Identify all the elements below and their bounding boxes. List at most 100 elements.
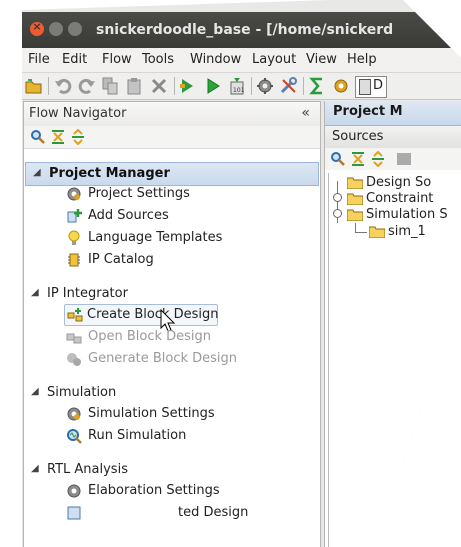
menu-window[interactable]: Window xyxy=(190,52,241,67)
minimize-window-button[interactable] xyxy=(49,22,63,36)
tree-item-label: Constraint xyxy=(366,191,434,206)
redo-icon xyxy=(78,78,95,94)
nav-item-label: Language Templates xyxy=(88,230,223,245)
flow-navigator-panel: Flow Navigator « ◢ Project Manager Proje… xyxy=(23,101,321,547)
report-sum-button[interactable] xyxy=(307,76,327,96)
delete-button[interactable] xyxy=(149,76,169,96)
open-folder-icon xyxy=(25,79,42,94)
options-button[interactable] xyxy=(331,76,351,96)
run-step-icon xyxy=(180,79,193,93)
section-rtl-analysis[interactable]: ◢ RTL Analysis xyxy=(24,459,320,481)
section-label: Project Manager xyxy=(49,166,170,181)
flow-navigator-header: Flow Navigator « xyxy=(24,102,320,126)
copy-icon xyxy=(102,77,118,95)
search-button[interactable] xyxy=(30,129,46,145)
expand-all-icon xyxy=(72,128,84,146)
folder-button[interactable] xyxy=(397,153,411,165)
nav-item-label: Simulation Settings xyxy=(88,406,215,421)
svg-text:101: 101 xyxy=(233,87,245,94)
section-simulation[interactable]: ◢ Simulation xyxy=(24,382,320,404)
search-icon xyxy=(331,152,345,166)
layout-dropdown[interactable]: D xyxy=(355,76,387,98)
close-icon: × xyxy=(32,20,42,33)
nav-item-label: Add Sources xyxy=(88,208,169,223)
gear-icon xyxy=(66,186,82,202)
nav-item-label: Create Block Design xyxy=(87,307,219,322)
flow-navigator-title: Flow Navigator xyxy=(29,106,127,121)
nav-item-label: ted Design xyxy=(178,505,249,520)
gear-icon xyxy=(66,483,82,499)
collapse-all-button[interactable] xyxy=(350,151,366,171)
expand-arrow-icon[interactable]: ◢ xyxy=(31,463,39,474)
close-window-button[interactable]: × xyxy=(30,20,44,36)
search-icon xyxy=(31,130,45,144)
section-project-manager[interactable]: ◢ Project Manager xyxy=(25,162,319,186)
project-manager-panel: Project M Sources Design So Constraint S… xyxy=(324,101,461,547)
sources-toolbar xyxy=(325,148,461,170)
copy-button[interactable] xyxy=(100,76,120,96)
tree-item-label: sim_1 xyxy=(388,224,426,239)
expand-all-button[interactable] xyxy=(70,128,86,146)
wrench-icon xyxy=(280,77,297,94)
play-icon xyxy=(207,78,220,94)
expand-toggle[interactable] xyxy=(333,193,342,202)
tab-project-manager[interactable]: Project M xyxy=(325,101,461,126)
expand-arrow-icon[interactable]: ◢ xyxy=(33,167,41,178)
search-button[interactable] xyxy=(330,151,346,171)
menu-flow[interactable]: Flow xyxy=(102,52,132,67)
section-label: IP Integrator xyxy=(47,286,128,301)
delete-icon xyxy=(151,78,167,94)
menu-file[interactable]: File xyxy=(28,52,50,67)
nav-create-block-design[interactable]: Create Block Design xyxy=(64,304,219,326)
menu-view[interactable]: View xyxy=(306,52,337,67)
layout-dropdown-label: D xyxy=(373,78,384,93)
menu-edit[interactable]: Edit xyxy=(62,52,87,67)
window-title: snickerdoodle_base - [/home/snickerd xyxy=(96,22,394,38)
menu-help[interactable]: Help xyxy=(347,52,377,67)
redo-button[interactable] xyxy=(77,76,97,96)
collapse-all-button[interactable] xyxy=(50,129,66,145)
sigma-icon xyxy=(309,77,322,95)
vivado-window: × snickerdoodle_base - [/home/snickerd F… xyxy=(22,0,461,547)
title-bar: × snickerdoodle_base - [/home/snickerd xyxy=(22,12,461,48)
create-block-icon xyxy=(67,307,83,323)
tools-button[interactable] xyxy=(279,76,299,96)
menu-bar: File Edit Flow Tools Window Layout View … xyxy=(22,48,461,73)
paste-icon xyxy=(127,78,141,95)
menu-tools[interactable]: Tools xyxy=(142,52,174,67)
nav-item-label: Open Block Design xyxy=(88,329,212,344)
nav-item-label: Project Settings xyxy=(88,186,190,201)
add-sources-icon xyxy=(66,208,82,224)
maximize-window-button[interactable] xyxy=(68,22,82,36)
nav-item-label: IP Catalog xyxy=(88,252,154,267)
nav-item-label: Generate Block Design xyxy=(88,351,238,366)
undo-button[interactable] xyxy=(53,76,73,96)
menu-layout[interactable]: Layout xyxy=(252,52,296,67)
run-behavioral-button[interactable] xyxy=(178,76,198,96)
collapse-panel-button[interactable]: « xyxy=(301,105,310,121)
expand-all-button[interactable] xyxy=(370,150,386,171)
expand-arrow-icon[interactable]: ◢ xyxy=(31,386,39,397)
section-ip-integrator[interactable]: ◢ IP Integrator xyxy=(24,283,320,305)
folder-icon xyxy=(369,226,385,238)
run-button[interactable] xyxy=(203,76,223,96)
folder-icon xyxy=(347,193,363,205)
bitstream-icon: 101 xyxy=(230,78,245,95)
paste-button[interactable] xyxy=(124,76,144,96)
collapse-all-icon xyxy=(352,152,364,166)
nav-item-label: Run Simulation xyxy=(88,428,187,443)
layout-icon xyxy=(359,79,371,95)
expand-toggle[interactable] xyxy=(333,209,342,218)
run-simulation-icon xyxy=(66,428,82,444)
sources-header: Sources xyxy=(325,126,461,149)
expand-arrow-icon[interactable]: ◢ xyxy=(31,287,39,298)
open-folder-icon xyxy=(347,209,363,221)
generate-block-icon xyxy=(66,351,82,367)
lightbulb-icon xyxy=(66,230,82,246)
sources-title: Sources xyxy=(332,129,384,144)
open-project-button[interactable] xyxy=(24,76,44,96)
flow-navigator-toolbar xyxy=(24,126,320,149)
ip-catalog-icon xyxy=(66,252,82,268)
settings-button[interactable] xyxy=(255,76,275,96)
program-device-button[interactable]: 101 xyxy=(227,76,247,96)
